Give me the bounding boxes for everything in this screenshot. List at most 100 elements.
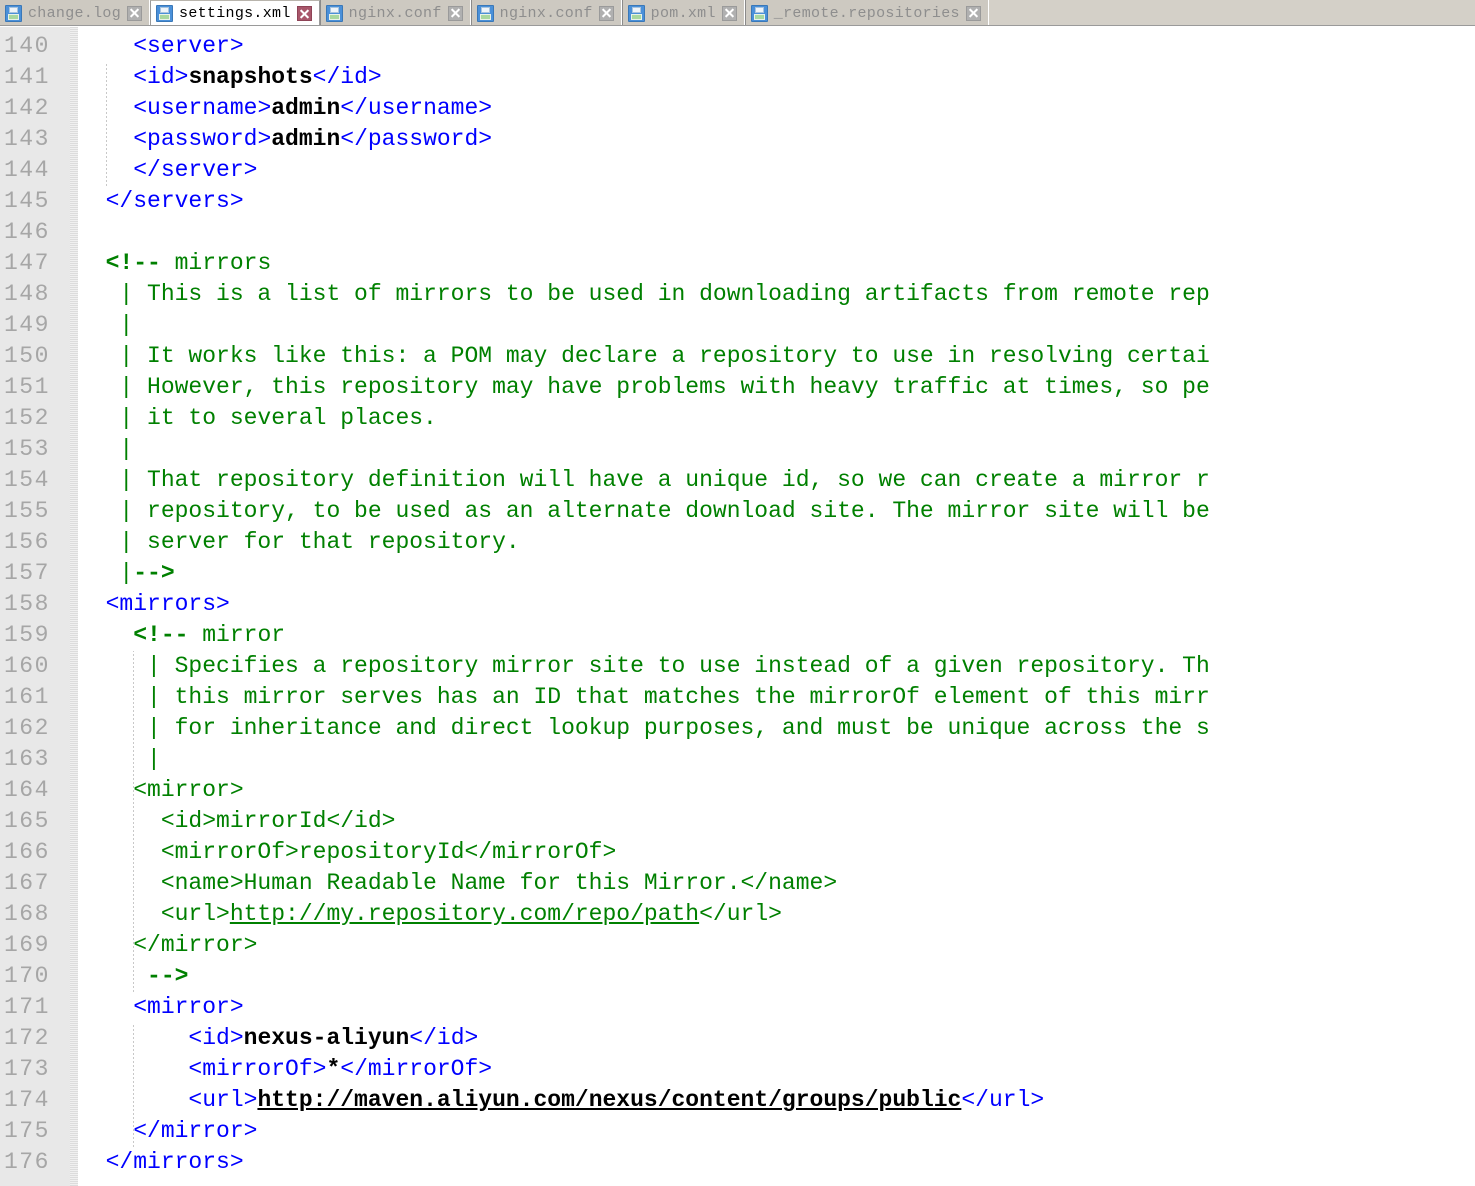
code-line[interactable]: | Specifies a repository mirror site to … bbox=[78, 651, 1210, 682]
code-token[interactable]: http://my.repository.com/repo/path bbox=[230, 901, 699, 927]
code-content[interactable]: <server> <id>snapshots</id> <username>ad… bbox=[78, 27, 1475, 1186]
floppy-disk-icon bbox=[5, 4, 22, 22]
code-line[interactable]: <id>nexus-aliyun</id> bbox=[78, 1023, 478, 1054]
close-icon[interactable] bbox=[447, 5, 463, 21]
code-line[interactable]: | However, this repository may have prob… bbox=[78, 372, 1209, 403]
code-line[interactable]: | repository, to be used as an alternate… bbox=[78, 496, 1210, 527]
code-token: | repository, to be used as an alternate… bbox=[78, 498, 1210, 524]
code-line[interactable]: | it to several places. bbox=[78, 403, 436, 434]
code-token: <mirrorOf> bbox=[188, 1056, 327, 1082]
line-number: 160 bbox=[4, 653, 50, 679]
line-number: 148 bbox=[4, 281, 50, 307]
close-icon[interactable] bbox=[296, 6, 312, 21]
code-line[interactable]: <name>Human Readable Name for this Mirro… bbox=[78, 868, 837, 899]
tab-remote-repositories[interactable]: _remote.repositories bbox=[744, 0, 989, 25]
code-line[interactable]: <!-- mirrors bbox=[78, 248, 272, 279]
code-token: <server> bbox=[133, 33, 244, 59]
code-token: admin bbox=[271, 95, 341, 121]
code-line[interactable]: | It works like this: a POM may declare … bbox=[78, 341, 1210, 372]
code-line[interactable]: | This is a list of mirrors to be used i… bbox=[78, 279, 1209, 310]
code-line[interactable]: <url>http://my.repository.com/repo/path<… bbox=[78, 899, 782, 930]
line-number: 170 bbox=[4, 963, 50, 989]
line-number: 142 bbox=[4, 95, 50, 121]
line-number: 173 bbox=[4, 1056, 50, 1082]
code-line[interactable]: </mirror> bbox=[78, 930, 257, 961]
code-line[interactable]: <id>snapshots</id> bbox=[78, 62, 381, 93]
code-line[interactable]: </servers> bbox=[78, 186, 244, 217]
code-line[interactable]: </mirrors> bbox=[78, 1147, 244, 1178]
code-line[interactable]: <server> bbox=[78, 31, 244, 62]
close-icon[interactable] bbox=[127, 5, 143, 21]
line-number: 144 bbox=[4, 157, 50, 183]
code-token: </mirrorOf> bbox=[340, 1056, 493, 1082]
code-token: </url> bbox=[699, 901, 782, 927]
code-token: mirrors bbox=[160, 250, 272, 276]
close-icon[interactable] bbox=[721, 5, 737, 21]
code-line[interactable]: | bbox=[78, 310, 133, 341]
code-line[interactable]: <mirror> bbox=[78, 992, 243, 1023]
line-number: 176 bbox=[4, 1149, 50, 1175]
code-token: mirror bbox=[188, 622, 286, 648]
line-number: 146 bbox=[4, 219, 50, 245]
code-line[interactable]: <!-- mirror bbox=[78, 620, 285, 651]
line-number: 147 bbox=[4, 250, 50, 276]
code-line[interactable]: | this mirror serves has an ID that matc… bbox=[78, 682, 1210, 713]
fold-column-hatch bbox=[70, 27, 78, 1186]
code-line[interactable]: <mirrors> bbox=[78, 589, 230, 620]
tab-settings-xml[interactable]: settings.xml bbox=[150, 0, 320, 25]
code-token: <id>mirrorId</id> bbox=[78, 808, 396, 834]
line-number: 165 bbox=[4, 808, 50, 834]
line-number: 155 bbox=[4, 498, 50, 524]
code-line[interactable]: <mirrorOf>*</mirrorOf> bbox=[78, 1054, 492, 1085]
line-number: 140 bbox=[4, 33, 50, 59]
line-number: 175 bbox=[4, 1118, 50, 1144]
code-token: | bbox=[78, 560, 134, 586]
code-token: | That repository definition will have a… bbox=[78, 467, 1210, 493]
tab-label: nginx.conf bbox=[348, 4, 442, 22]
line-number: 154 bbox=[4, 467, 50, 493]
code-token: <name>Human Readable Name for this Mirro… bbox=[78, 870, 838, 896]
tab-nginx-conf[interactable]: nginx.conf bbox=[470, 0, 622, 25]
line-number: 169 bbox=[4, 932, 50, 958]
code-token: | bbox=[78, 312, 134, 338]
code-line[interactable]: <url>http://maven.aliyun.com/nexus/conte… bbox=[78, 1085, 1044, 1116]
tab-label: pom.xml bbox=[650, 4, 716, 22]
code-token: | bbox=[78, 436, 134, 462]
close-icon[interactable] bbox=[598, 5, 614, 21]
close-icon[interactable] bbox=[965, 5, 981, 21]
code-line[interactable]: </mirror> bbox=[78, 1116, 257, 1147]
code-token: | It works like this: a POM may declare … bbox=[78, 343, 1210, 369]
indent-guide bbox=[105, 62, 107, 186]
code-token: | bbox=[78, 746, 161, 772]
code-line[interactable]: <password>admin</password> bbox=[78, 124, 492, 155]
code-line[interactable]: | server for that repository. bbox=[78, 527, 519, 558]
code-line[interactable]: |--> bbox=[78, 558, 174, 589]
code-token: <url> bbox=[78, 901, 230, 927]
code-token: </mirror> bbox=[78, 932, 258, 958]
tab-change-log[interactable]: change.log bbox=[0, 0, 151, 25]
tab-pom-xml[interactable]: pom.xml bbox=[621, 0, 745, 25]
code-line[interactable]: | bbox=[78, 744, 161, 775]
tab-nginx-conf[interactable]: nginx.conf bbox=[319, 0, 471, 25]
line-number: 162 bbox=[4, 715, 50, 741]
line-number: 145 bbox=[4, 188, 50, 214]
code-token[interactable]: http://maven.aliyun.com/nexus/content/gr… bbox=[257, 1087, 961, 1113]
indent-guide bbox=[133, 1023, 135, 1147]
editor-window: change.log settings.xml nginx.conf nginx.co… bbox=[0, 0, 1475, 1186]
code-line[interactable]: <mirrorOf>repositoryId</mirrorOf> bbox=[78, 837, 616, 868]
code-line[interactable]: | for inheritance and direct lookup purp… bbox=[78, 713, 1210, 744]
line-number: 156 bbox=[4, 529, 50, 555]
code-line[interactable]: <id>mirrorId</id> bbox=[78, 806, 396, 837]
code-line[interactable]: <mirror> bbox=[78, 775, 243, 806]
line-number: 158 bbox=[4, 591, 50, 617]
code-editor[interactable]: 140 141 142 143 144 145 146 147 148 149 150 151 152 1… bbox=[0, 27, 1475, 1186]
code-line[interactable]: | bbox=[78, 434, 133, 465]
code-line[interactable]: <username>admin</username> bbox=[78, 93, 492, 124]
code-line[interactable]: | That repository definition will have a… bbox=[78, 465, 1210, 496]
tab-label: _remote.repositories bbox=[773, 4, 960, 22]
